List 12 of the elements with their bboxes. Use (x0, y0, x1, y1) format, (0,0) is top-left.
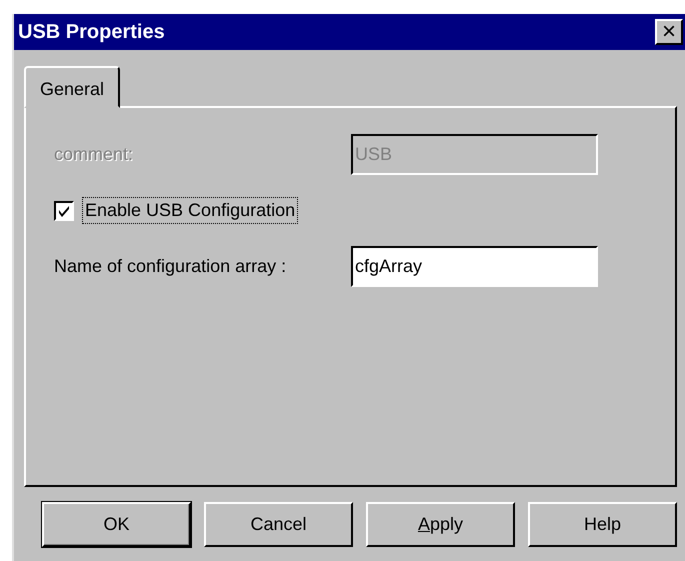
window-title: USB Properties (18, 20, 165, 44)
dialog-button[interactable]: Help (528, 502, 677, 547)
dialog-button[interactable]: Apply (366, 502, 515, 547)
dialog-button[interactable]: OK (42, 502, 191, 547)
tab[interactable]: General (24, 66, 120, 108)
dialog-button[interactable]: Cancel (204, 502, 353, 547)
checkbox-label[interactable]: Enable USB Configuration (82, 197, 298, 224)
field-label: comment: (54, 144, 134, 165)
checkbox[interactable] (54, 200, 74, 220)
close-button[interactable]: × (655, 19, 683, 45)
input-field[interactable]: cfgArray (351, 246, 598, 287)
field-label: Name of configuration array : (54, 256, 288, 277)
